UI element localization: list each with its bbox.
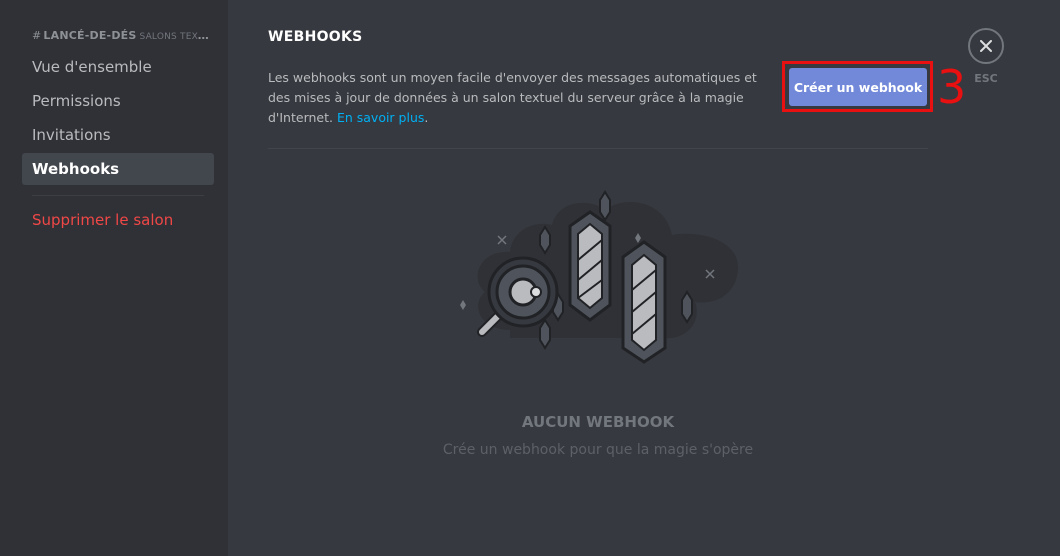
empty-state-subtitle: Crée un webhook pour que la magie s'opèr…	[442, 442, 754, 458]
settings-sidebar: #LANCÉ-DE-DÉSSALONS TEXTUELS Vue d'ensem…	[0, 0, 228, 556]
close-button[interactable]	[968, 28, 1004, 64]
learn-more-link[interactable]: En savoir plus	[337, 110, 424, 125]
sidebar-item-permissions[interactable]: Permissions	[22, 85, 214, 117]
empty-state-title: AUCUN WEBHOOK	[521, 413, 675, 431]
page-title: WEBHOOKS	[268, 29, 363, 45]
channel-header: #LANCÉ-DE-DÉSSALONS TEXTUELS	[32, 29, 212, 42]
create-webhook-button[interactable]: Créer un webhook	[789, 68, 927, 106]
channel-name: LANCÉ-DE-DÉS	[43, 29, 137, 42]
sidebar-divider	[32, 195, 204, 196]
annotation-step-number: 3	[937, 60, 967, 114]
tall-crystal-icon	[568, 210, 612, 322]
close-icon	[980, 40, 992, 52]
webhooks-description: Les webhooks sont un moyen facile d'envo…	[268, 68, 758, 128]
sidebar-item-overview[interactable]: Vue d'ensemble	[22, 51, 214, 83]
sparkle-dot-icon	[460, 300, 466, 310]
sidebar-item-webhooks[interactable]: Webhooks	[22, 153, 214, 185]
section-divider	[268, 148, 928, 149]
empty-webhooks-illustration	[460, 190, 739, 364]
esc-label: ESC	[974, 72, 998, 85]
tall-crystal-icon	[621, 240, 667, 364]
delete-channel-button[interactable]: Supprimer le salon	[22, 204, 214, 236]
channel-category: SALONS TEXTUELS	[139, 32, 212, 42]
description-end: .	[424, 110, 429, 125]
channel-hash-icon: #	[32, 29, 42, 42]
sidebar-item-invitations[interactable]: Invitations	[22, 119, 214, 151]
